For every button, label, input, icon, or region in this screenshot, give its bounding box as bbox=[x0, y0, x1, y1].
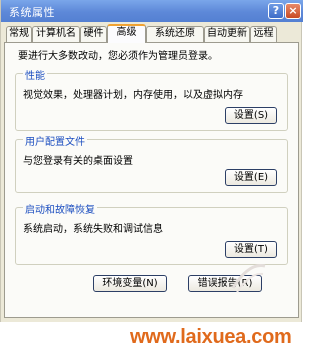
performance-settings-button[interactable]: 设置(S) bbox=[225, 107, 277, 124]
performance-description: 视觉效果，处理器计划，内存使用，以及虚拟内存 bbox=[23, 90, 243, 101]
user-profiles-description: 与您登录有关的桌面设置 bbox=[23, 156, 133, 167]
tab-strip: 常规 计算机名 硬件 高级 系统还原 自动更新 远程 bbox=[5, 24, 299, 43]
tab-computer-name[interactable]: 计算机名 bbox=[32, 26, 80, 42]
user-profiles-settings-button[interactable]: 设置(E) bbox=[225, 169, 277, 186]
user-profiles-group: 用户配置文件 与您登录有关的桌面设置 设置(E) bbox=[15, 133, 288, 193]
tab-hardware[interactable]: 硬件 bbox=[80, 26, 107, 42]
help-button[interactable]: ? bbox=[268, 3, 284, 19]
window-title: 系统属性 bbox=[9, 6, 55, 19]
tab-automatic-updates[interactable]: 自动更新 bbox=[204, 26, 250, 42]
watermark-area: www.laixuea.com bbox=[0, 322, 302, 360]
title-bar[interactable]: 系统属性 ? × bbox=[1, 0, 303, 22]
startup-recovery-group-title: 启动和故障恢复 bbox=[23, 201, 97, 216]
tab-general[interactable]: 常规 bbox=[6, 26, 32, 42]
site-watermark: www.laixuea.com bbox=[130, 326, 292, 348]
tab-advanced[interactable]: 高级 bbox=[107, 24, 146, 43]
performance-group-title: 性能 bbox=[23, 67, 47, 82]
tab-system-restore[interactable]: 系统还原 bbox=[146, 26, 204, 42]
startup-recovery-description: 系统启动，系统失败和调试信息 bbox=[23, 224, 163, 235]
performance-group: 性能 视觉效果，处理器计划，内存使用，以及虚拟内存 设置(S) bbox=[15, 67, 288, 131]
user-profiles-group-title: 用户配置文件 bbox=[23, 133, 87, 148]
startup-recovery-settings-button[interactable]: 设置(T) bbox=[225, 241, 277, 258]
environment-variables-button[interactable]: 环境变量(N) bbox=[93, 275, 167, 292]
tab-remote[interactable]: 远程 bbox=[250, 26, 277, 42]
close-button[interactable]: × bbox=[285, 3, 301, 19]
admin-notice: 要进行大多数改动，您必须作为管理员登录。 bbox=[18, 51, 218, 62]
swoosh-icon bbox=[231, 263, 266, 293]
startup-recovery-group: 启动和故障恢复 系统启动，系统失败和调试信息 设置(T) bbox=[15, 201, 288, 265]
system-properties-window: 系统属性 ? × 常规 计算机名 硬件 高级 系统还原 自动更新 远程 要进行大… bbox=[0, 0, 303, 322]
